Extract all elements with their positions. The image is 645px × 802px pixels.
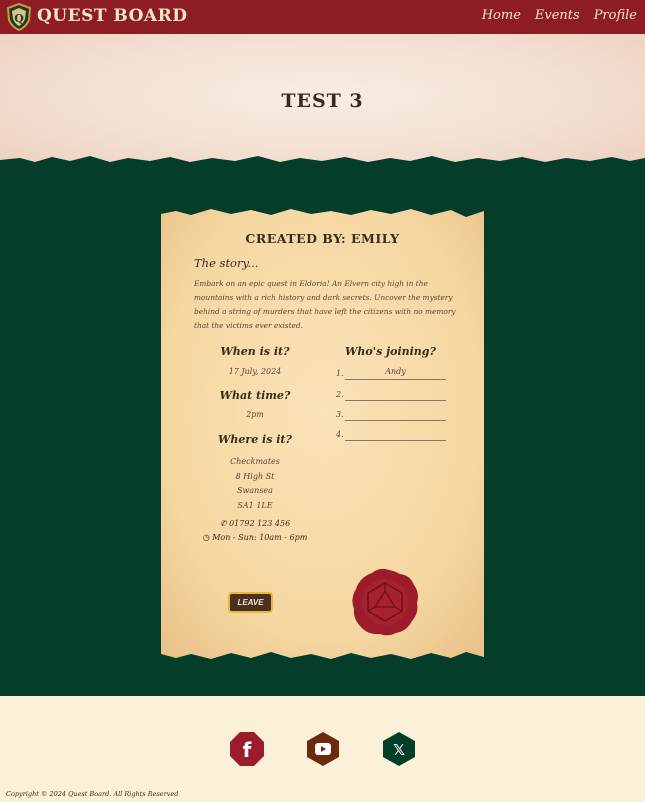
address-line: Swansea — [237, 486, 273, 495]
shield-logo-icon[interactable]: Q — [6, 3, 32, 31]
joining-number: 2. — [336, 390, 344, 399]
joining-list-item: 3. — [336, 408, 448, 422]
phone-number: 01792 123 456 — [229, 519, 291, 528]
svg-text:𝕏: 𝕏 — [393, 741, 405, 759]
opening-hours: Mon - Sun: 10am - 6pm — [212, 533, 308, 542]
address-line: 8 High St — [235, 471, 275, 481]
hours-row: ◷ Mon - Sun: 10am - 6pm — [189, 533, 321, 542]
phone-row: ✆ 01792 123 456 — [189, 519, 321, 528]
youtube-icon[interactable] — [305, 731, 341, 767]
address-line: SA1 1LE — [237, 500, 273, 510]
joining-name: Andy — [345, 367, 446, 380]
address-line: Checkmates — [230, 457, 280, 466]
torn-edge-decoration — [0, 156, 645, 174]
joining-number: 4. — [336, 430, 344, 439]
event-address: Checkmates 8 High St Swansea SA1 1LE — [189, 455, 321, 513]
joining-number: 3. — [336, 410, 344, 419]
nav-link-profile[interactable]: Profile — [594, 8, 637, 23]
facebook-icon[interactable]: f — [229, 731, 265, 767]
joining-list-item: 4. — [336, 428, 448, 442]
where-heading: Where is it? — [218, 433, 292, 446]
phone-icon: ✆ — [219, 519, 227, 528]
leave-button[interactable]: LEAVE — [228, 592, 273, 613]
top-nav: Q Quest Board Home Events Profile — [0, 0, 645, 34]
nav-link-events[interactable]: Events — [535, 8, 580, 23]
story-text: Embark on an epic quest in Eldoria! An E… — [194, 279, 456, 330]
x-icon[interactable]: 𝕏 — [381, 731, 417, 767]
svg-text:Q: Q — [14, 12, 24, 25]
copyright-text: Copyright © 2024 Quest Board. All Rights… — [6, 790, 179, 798]
event-date: 17 July, 2024 — [228, 367, 282, 376]
when-heading: When is it? — [220, 345, 290, 358]
joining-name — [345, 408, 446, 421]
nav-links: Home Events Profile — [482, 8, 637, 23]
page-title: TEST 3 — [281, 90, 364, 112]
joining-number: 1. — [336, 369, 344, 378]
joining-heading: Who's joining? — [345, 345, 436, 358]
joining-name — [345, 388, 446, 401]
story-heading: The story... — [194, 256, 259, 270]
time-heading: What time? — [219, 389, 291, 402]
joining-list-item: 1. Andy — [336, 367, 448, 381]
wax-seal-d20-icon — [352, 568, 418, 636]
svg-text:f: f — [243, 738, 252, 762]
hero-banner: TEST 3 — [0, 34, 645, 170]
clock-icon: ◷ — [202, 533, 210, 542]
joining-name — [345, 428, 446, 441]
event-time: 2pm — [246, 410, 264, 419]
joining-list-item: 2. — [336, 388, 448, 402]
footer: f 𝕏 Copyright © 2024 Quest Board. All Ri… — [0, 696, 645, 802]
nav-link-home[interactable]: Home — [482, 8, 521, 23]
event-card: Created by: Emily The story... Embark on… — [161, 205, 484, 664]
created-by-heading: Created by: Emily — [245, 231, 400, 246]
brand-title[interactable]: Quest Board — [37, 6, 188, 26]
